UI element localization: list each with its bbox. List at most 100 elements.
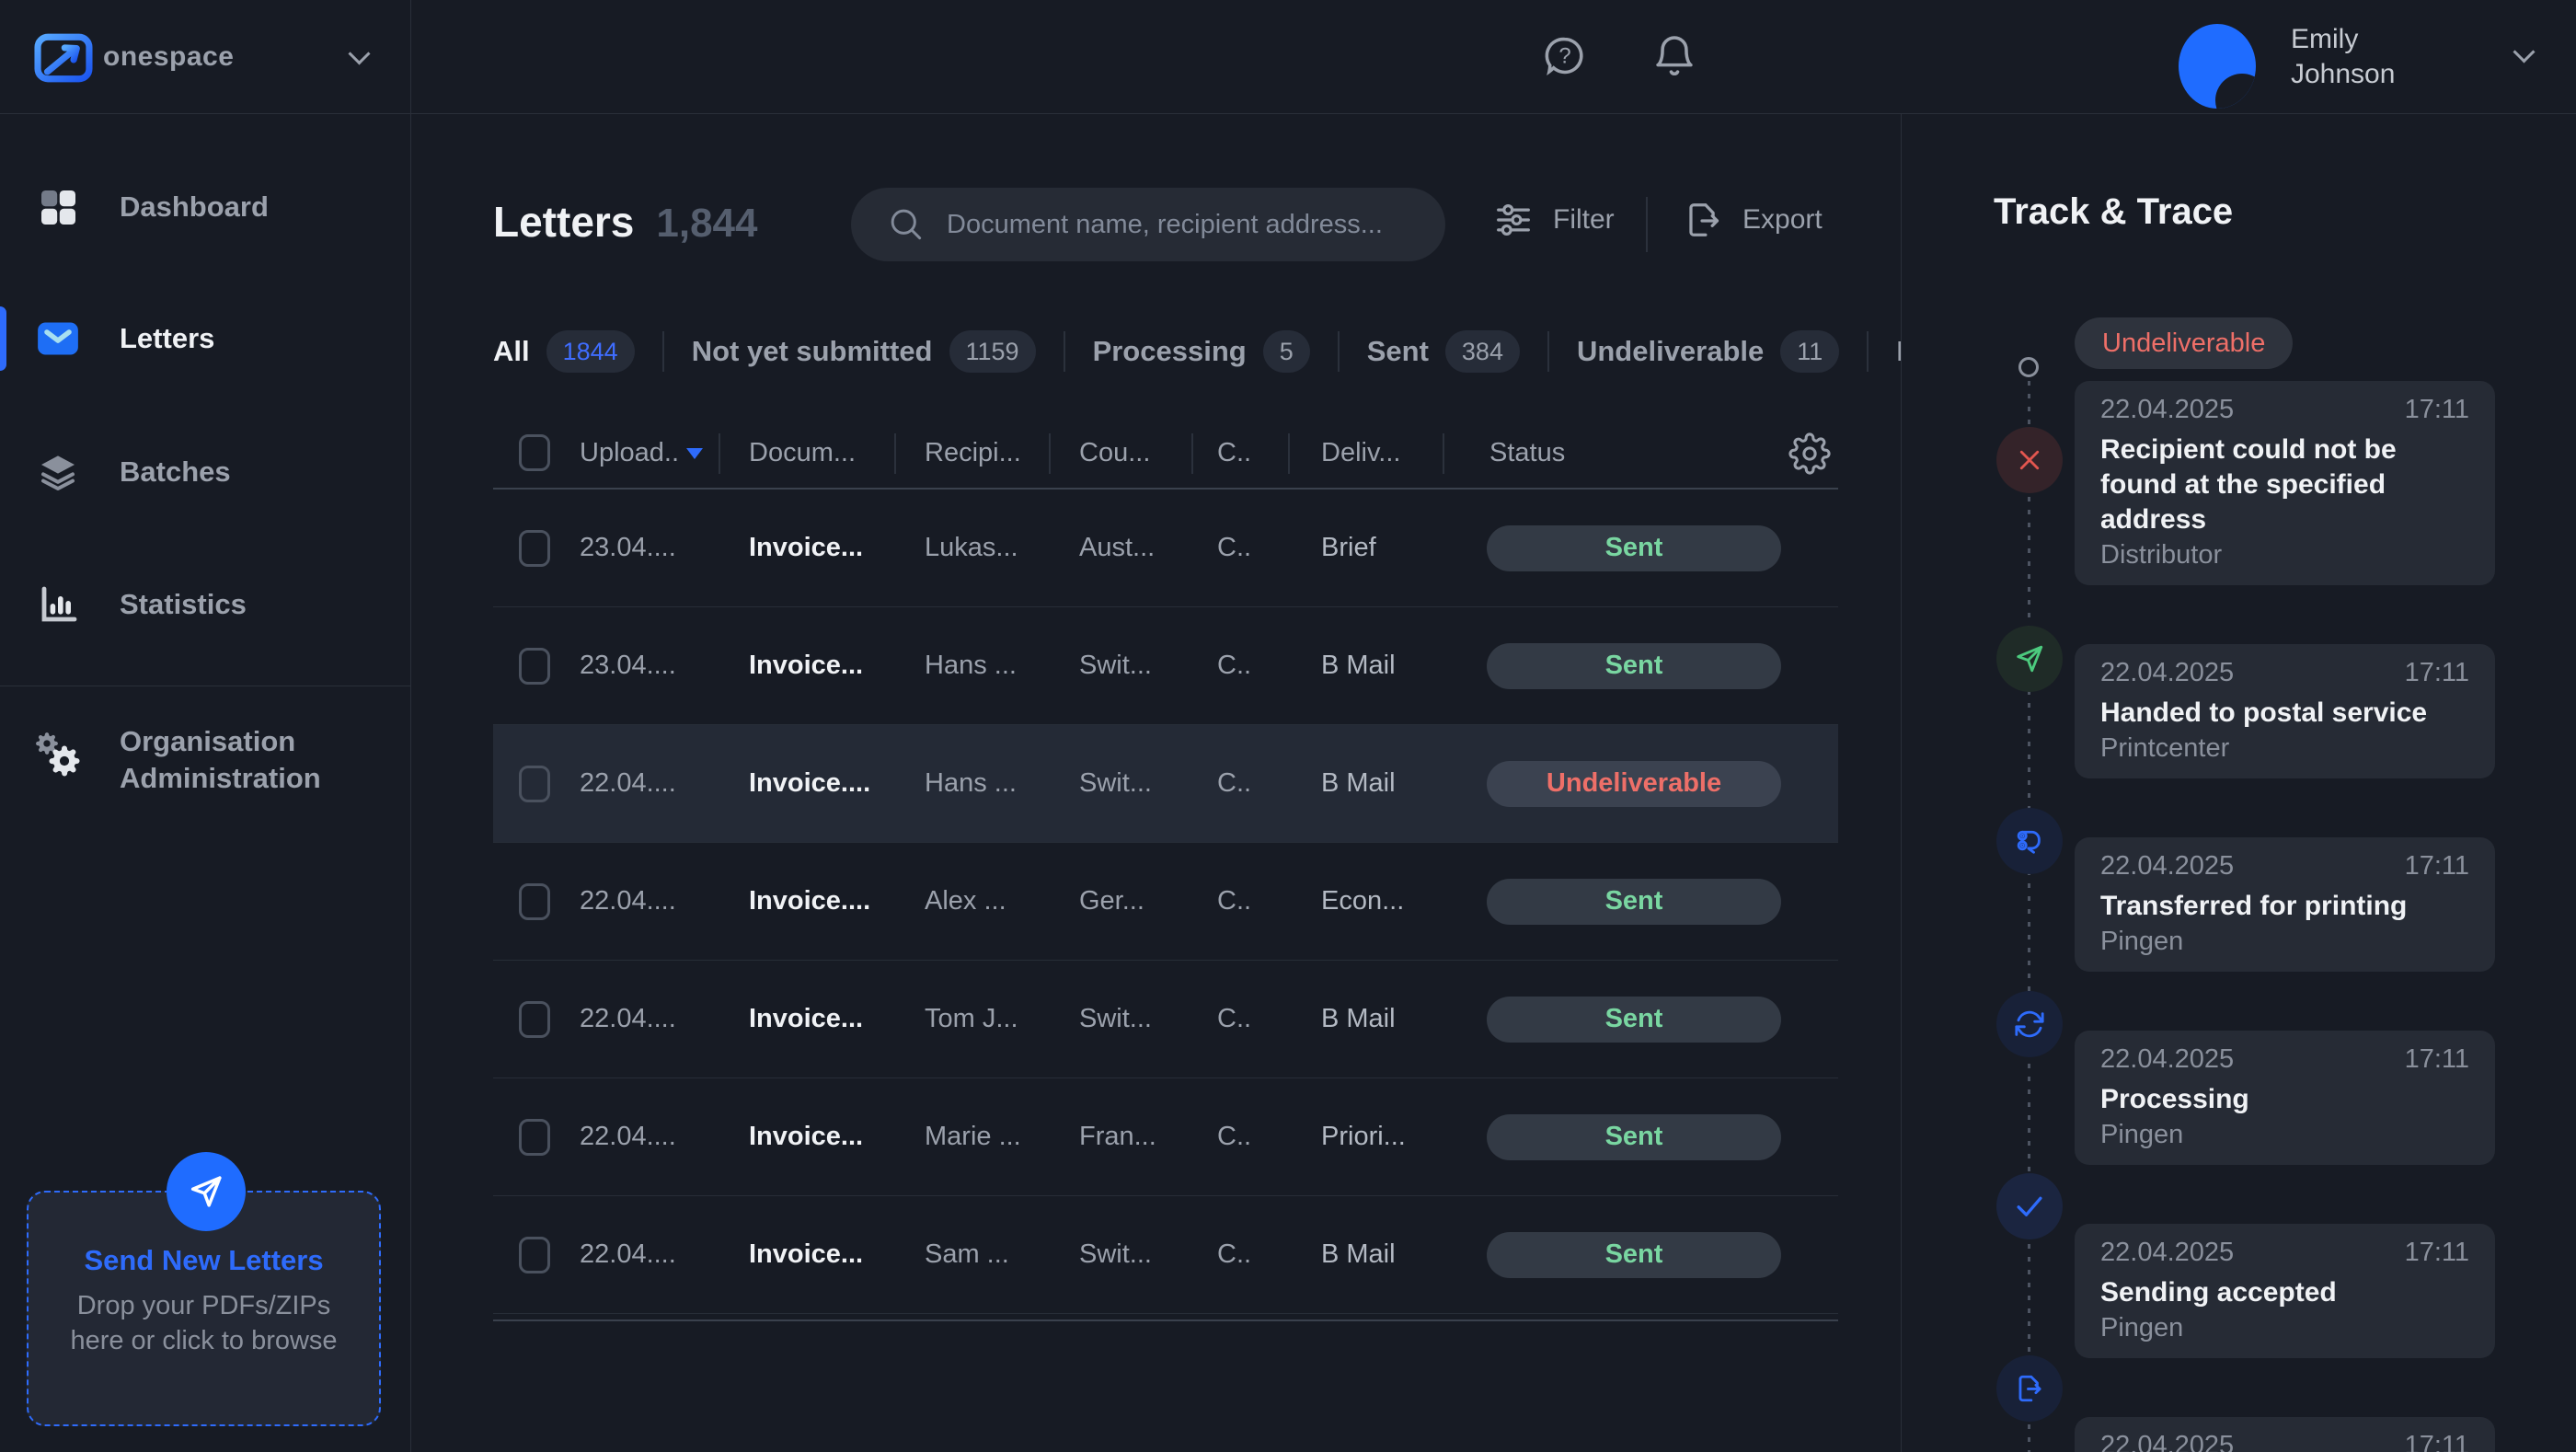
cell-c: C..: [1191, 1122, 1288, 1152]
cell-document: Invoice...: [719, 1239, 894, 1270]
table-row[interactable]: 22.04.... Invoice... Marie ... Fran... C…: [493, 1078, 1838, 1196]
tab-undeliverable[interactable]: Undeliverable 11: [1577, 330, 1839, 373]
export-button[interactable]: Export: [1682, 199, 1823, 241]
event-date: 22.04.2025: [2100, 394, 2234, 425]
event-source: Printcenter: [2100, 732, 2469, 764]
table-row[interactable]: 22.04.... Invoice... Sam ... Swit... C..…: [493, 1196, 1838, 1314]
dropzone-subtitle: Drop your PDFs/ZIPs here or click to bro…: [29, 1288, 379, 1358]
cell-upload-date: 22.04....: [576, 1004, 719, 1034]
tab-not-yet-submitted[interactable]: Not yet submitted 1159: [692, 330, 1036, 373]
user-menu-chevron-icon[interactable]: [2513, 40, 2535, 63]
column-header-document[interactable]: Docum...: [719, 438, 894, 468]
column-divider: [719, 433, 720, 474]
tab-count-badge: 1159: [949, 330, 1036, 373]
timeline-card: 22.04.2025 17:11 Sending accepted Pingen: [2075, 1224, 2495, 1358]
sidebar-item-label: Batches: [120, 454, 231, 490]
event-source: Pingen: [2100, 1119, 2469, 1150]
row-checkbox[interactable]: [519, 1237, 550, 1273]
sidebar-item-statistics[interactable]: Statistics: [0, 559, 410, 651]
status-badge: Sent: [1487, 525, 1781, 571]
tab-count-badge: 1844: [546, 330, 635, 373]
cell-c: C..: [1191, 1004, 1288, 1034]
column-divider: [894, 433, 896, 474]
table-row-selected[interactable]: 22.04.... Invoice.... Hans ... Swit... C…: [493, 725, 1838, 843]
column-header-delivery[interactable]: Deliv...: [1288, 438, 1443, 468]
tab-label: Processing: [1093, 335, 1247, 368]
notifications-button[interactable]: [1651, 33, 1697, 79]
timeline-start-circle: [2018, 357, 2039, 377]
cell-country: Swit...: [1049, 1239, 1191, 1270]
toolbar-divider: [1646, 197, 1648, 252]
cell-recipient: Tom J...: [894, 1004, 1049, 1034]
tab-divider: [1338, 331, 1340, 372]
tab-divider: [1064, 331, 1065, 372]
status-badge: Sent: [1487, 1114, 1781, 1160]
column-header-status[interactable]: Status: [1443, 418, 1838, 488]
table-settings-gear-icon[interactable]: [1788, 432, 1831, 482]
table-row[interactable]: 23.04.... Invoice... Hans ... Swit... C.…: [493, 607, 1838, 725]
select-all-checkbox[interactable]: [519, 434, 550, 471]
check-icon: [1996, 1173, 2063, 1239]
event-date: 22.04.2025: [2100, 850, 2234, 882]
cell-country: Ger...: [1049, 886, 1191, 916]
column-header-c[interactable]: C..: [1191, 438, 1288, 468]
filter-button[interactable]: Filter: [1492, 199, 1615, 241]
sort-descending-icon[interactable]: [686, 448, 703, 459]
letters-total-count: 1,844: [656, 201, 757, 247]
cell-country: Fran...: [1049, 1122, 1191, 1152]
tab-all[interactable]: All 1844: [493, 330, 635, 373]
page-title: Letters: [493, 197, 634, 247]
page-title-row: Letters 1,844: [493, 197, 758, 247]
cell-upload-date: 22.04....: [576, 886, 719, 916]
avatar[interactable]: [2179, 24, 2256, 109]
table-row[interactable]: 23.04.... Invoice... Lukas... Aust... C.…: [493, 490, 1838, 607]
printer-icon: [1996, 808, 2063, 874]
event-date: 22.04.2025: [2100, 1237, 2234, 1268]
dropzone-subtitle-line2: here or click to browse: [29, 1323, 379, 1358]
help-button[interactable]: ?: [1542, 33, 1588, 79]
event-time: 17:11: [2405, 657, 2469, 688]
refresh-icon: [1996, 991, 2063, 1057]
upload-dropzone[interactable]: Send New Letters Drop your PDFs/ZIPs her…: [27, 1191, 381, 1426]
cell-delivery: Brief: [1288, 533, 1443, 563]
search-bar[interactable]: [851, 188, 1445, 261]
event-title: Handed to postal service: [2100, 696, 2469, 731]
status-badge: Sent: [1487, 879, 1781, 925]
filter-label: Filter: [1553, 204, 1615, 236]
sidebar-item-organisation-administration[interactable]: Organisation Administration: [0, 709, 410, 811]
tab-sent[interactable]: Sent 384: [1367, 330, 1520, 373]
row-checkbox[interactable]: [519, 1119, 550, 1156]
row-checkbox[interactable]: [519, 1001, 550, 1038]
column-header-recipient[interactable]: Recipi...: [894, 438, 1049, 468]
sidebar-item-letters[interactable]: Letters: [0, 293, 410, 385]
tab-processing[interactable]: Processing 5: [1093, 330, 1310, 373]
table-row[interactable]: 22.04.... Invoice... Tom J... Swit... C.…: [493, 961, 1838, 1078]
row-checkbox[interactable]: [519, 530, 550, 567]
cell-country: Swit...: [1049, 768, 1191, 799]
column-header-country[interactable]: Cou...: [1049, 438, 1191, 468]
status-badge: Sent: [1487, 1232, 1781, 1278]
cell-upload-date: 22.04....: [576, 1122, 719, 1152]
chevron-down-icon[interactable]: [348, 42, 370, 64]
org-switcher[interactable]: onespace: [0, 0, 410, 114]
event-date: 22.04.2025: [2100, 1043, 2234, 1075]
x-icon: [1996, 427, 2063, 493]
sidebar-item-dashboard[interactable]: Dashboard: [0, 161, 410, 253]
row-checkbox[interactable]: [519, 648, 550, 685]
event-time: 17:11: [2405, 1237, 2469, 1268]
table-row[interactable]: 22.04.... Invoice.... Alex ... Ger... C.…: [493, 843, 1838, 961]
svg-text:?: ?: [1558, 44, 1570, 69]
row-checkbox[interactable]: [519, 766, 550, 802]
status-tabs: All 1844 Not yet submitted 1159 Processi…: [493, 324, 1901, 379]
dropzone-title: Send New Letters: [29, 1244, 379, 1277]
cell-delivery: Priori...: [1288, 1122, 1443, 1152]
cell-delivery: B Mail: [1288, 768, 1443, 799]
event-source: Pingen: [2100, 926, 2469, 957]
search-input[interactable]: [947, 210, 1425, 240]
table-end-line: [493, 1314, 1838, 1321]
row-checkbox[interactable]: [519, 883, 550, 920]
tab-label: All: [493, 335, 530, 368]
column-header-upload[interactable]: Upload..: [576, 438, 719, 468]
sidebar-item-batches[interactable]: Batches: [0, 426, 410, 518]
export-label: Export: [1742, 204, 1823, 236]
